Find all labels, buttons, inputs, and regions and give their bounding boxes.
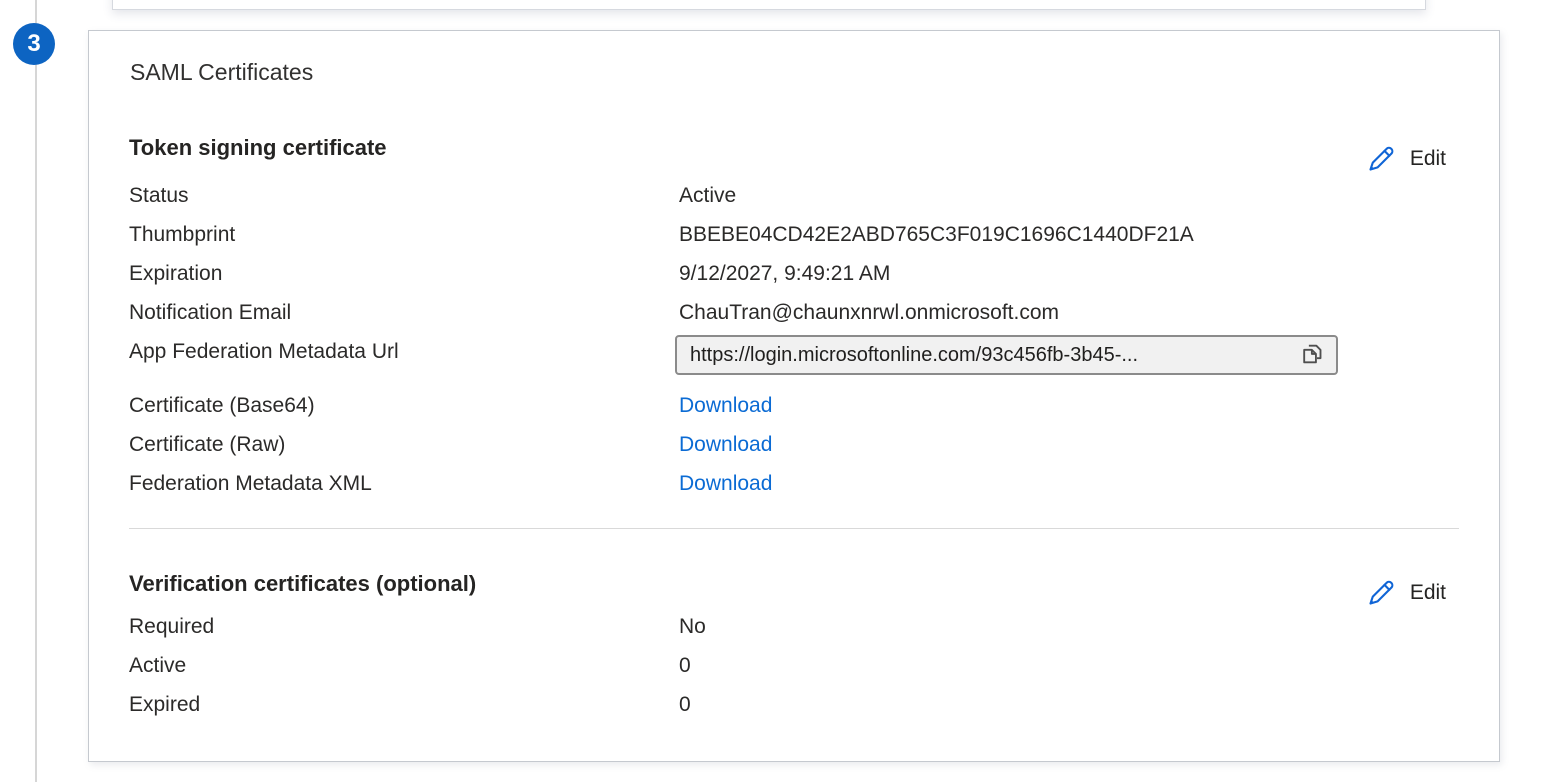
- edit-button-label: Edit: [1410, 581, 1446, 605]
- cert-row-status: Status Active: [129, 182, 1459, 209]
- token-signing-certificate-heading: Token signing certificate: [129, 134, 387, 161]
- download-row-raw: Certificate (Raw) Download: [129, 431, 1459, 458]
- download-base64-link[interactable]: Download: [679, 394, 772, 417]
- row-label: Notification Email: [129, 299, 679, 326]
- previous-card-edge: [112, 0, 1426, 10]
- verification-row-active: Active 0: [129, 652, 1459, 679]
- pencil-icon: [1365, 143, 1397, 175]
- expiration-value: 9/12/2027, 9:49:21 AM: [679, 260, 1459, 287]
- download-row-federation-metadata: Federation Metadata XML Download: [129, 470, 1459, 497]
- app-federation-metadata-url-field[interactable]: https://login.microsoftonline.com/93c456…: [675, 335, 1338, 375]
- row-label: Thumbprint: [129, 221, 679, 248]
- saml-sso-setup-section: 3 SAML Certificates Token signing certif…: [0, 0, 1544, 782]
- section-divider: [129, 528, 1459, 529]
- cert-row-notification-email: Notification Email ChauTran@chaunxnrwl.o…: [129, 299, 1459, 326]
- row-label: App Federation Metadata Url: [129, 338, 679, 365]
- cert-row-thumbprint: Thumbprint BBEBE04CD42E2ABD765C3F019C169…: [129, 221, 1459, 248]
- step-number-badge: 3: [13, 23, 55, 65]
- cert-row-expiration: Expiration 9/12/2027, 9:49:21 AM: [129, 260, 1459, 287]
- verification-certificates-heading: Verification certificates (optional): [129, 570, 476, 597]
- active-count-value: 0: [679, 652, 1459, 679]
- copy-icon: [1299, 340, 1326, 370]
- download-row-base64: Certificate (Base64) Download: [129, 392, 1459, 419]
- card-title: SAML Certificates: [130, 59, 313, 86]
- row-label: Certificate (Raw): [129, 431, 679, 458]
- step-connector-line: [35, 0, 37, 782]
- row-label: Federation Metadata XML: [129, 470, 679, 497]
- row-label: Expiration: [129, 260, 679, 287]
- thumbprint-value: BBEBE04CD42E2ABD765C3F019C1696C1440DF21A: [679, 221, 1459, 248]
- expired-count-value: 0: [679, 691, 1459, 718]
- row-label: Status: [129, 182, 679, 209]
- verification-row-expired: Expired 0: [129, 691, 1459, 718]
- edit-button-label: Edit: [1410, 147, 1446, 171]
- copy-url-button[interactable]: [1299, 340, 1326, 370]
- step-number: 3: [27, 30, 40, 58]
- row-label: Certificate (Base64): [129, 392, 679, 419]
- notification-email-value: ChauTran@chaunxnrwl.onmicrosoft.com: [679, 299, 1459, 326]
- download-raw-link[interactable]: Download: [679, 433, 772, 456]
- pencil-icon: [1365, 577, 1397, 609]
- row-label: Expired: [129, 691, 679, 718]
- download-federation-metadata-link[interactable]: Download: [679, 472, 772, 495]
- status-value: Active: [679, 182, 1459, 209]
- row-label: Active: [129, 652, 679, 679]
- edit-token-signing-certificate-button[interactable]: Edit: [1365, 143, 1446, 175]
- metadata-url-text: https://login.microsoftonline.com/93c456…: [690, 344, 1291, 367]
- verification-row-required: Required No: [129, 613, 1459, 640]
- row-label: Required: [129, 613, 679, 640]
- edit-verification-certificates-button[interactable]: Edit: [1365, 577, 1446, 609]
- required-value: No: [679, 613, 1459, 640]
- saml-certificates-card: SAML Certificates Token signing certific…: [88, 30, 1500, 762]
